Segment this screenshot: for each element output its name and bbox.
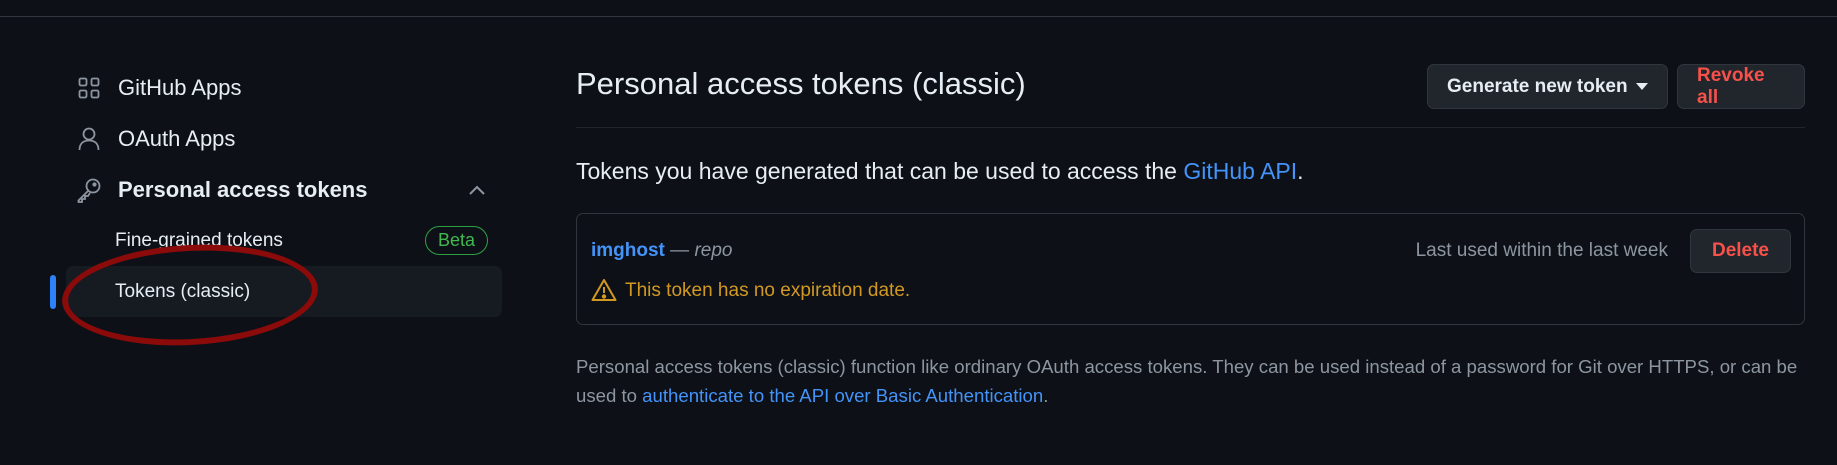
header-divider	[0, 16, 1837, 17]
page-title: Personal access tokens (classic)	[576, 66, 1026, 101]
intro-text-body: Tokens you have generated that can be us…	[576, 158, 1184, 184]
alert-triangle-icon	[591, 278, 617, 304]
sidebar-item-label: OAuth Apps	[118, 125, 236, 151]
caret-down-icon	[1635, 83, 1648, 90]
token-scope: repo	[694, 240, 733, 261]
token-last-used: Last used within the last week	[1415, 240, 1668, 261]
sidebar: GitHub Apps OAuth Apps Personal access t…	[50, 62, 502, 317]
sidebar-subitem-label: Tokens (classic)	[115, 280, 251, 302]
key-icon	[76, 177, 102, 203]
intro-text-end: .	[1297, 158, 1304, 184]
sidebar-item-personal-access-tokens[interactable]: Personal access tokens	[66, 164, 502, 215]
sidebar-item-github-apps[interactable]: GitHub Apps	[66, 62, 502, 113]
intro-text: Tokens you have generated that can be us…	[576, 158, 1304, 185]
github-api-link[interactable]: GitHub API	[1183, 158, 1297, 184]
generate-new-token-label: Generate new token	[1447, 75, 1628, 97]
beta-badge: Beta	[424, 226, 488, 255]
sidebar-item-label: GitHub Apps	[118, 74, 242, 100]
sidebar-item-label: Personal access tokens	[118, 176, 368, 202]
token-title: imghost — repo	[591, 240, 732, 262]
sidebar-subitem-fine-grained-tokens[interactable]: Fine-grained tokens Beta	[66, 215, 502, 266]
description-end: .	[1043, 385, 1049, 406]
sidebar-subitem-label: Fine-grained tokens	[115, 229, 283, 251]
tokens-description: Personal access tokens (classic) functio…	[576, 352, 1805, 410]
warning-text: This token has no expiration date.	[625, 280, 911, 301]
page: GitHub Apps OAuth Apps Personal access t…	[0, 0, 1837, 465]
basic-auth-link[interactable]: authenticate to the API over Basic Authe…	[642, 385, 1043, 406]
token-list-item: imghost — repo This token has no expirat…	[576, 213, 1805, 325]
token-name-link[interactable]: imghost	[591, 240, 665, 261]
person-icon	[76, 126, 102, 152]
token-expiration-warning: This token has no expiration date.	[591, 278, 910, 304]
generate-new-token-button[interactable]: Generate new token	[1427, 64, 1668, 109]
revoke-all-button[interactable]: Revoke all	[1677, 64, 1805, 109]
page-header: Personal access tokens (classic) Generat…	[576, 62, 1805, 128]
delete-token-button[interactable]: Delete	[1689, 229, 1791, 273]
apps-grid-icon	[76, 75, 102, 101]
sidebar-subitem-tokens-classic[interactable]: Tokens (classic)	[50, 266, 502, 317]
chevron-up-icon[interactable]	[466, 179, 488, 201]
token-separator: —	[664, 240, 695, 261]
sidebar-item-oauth-apps[interactable]: OAuth Apps	[66, 113, 502, 164]
